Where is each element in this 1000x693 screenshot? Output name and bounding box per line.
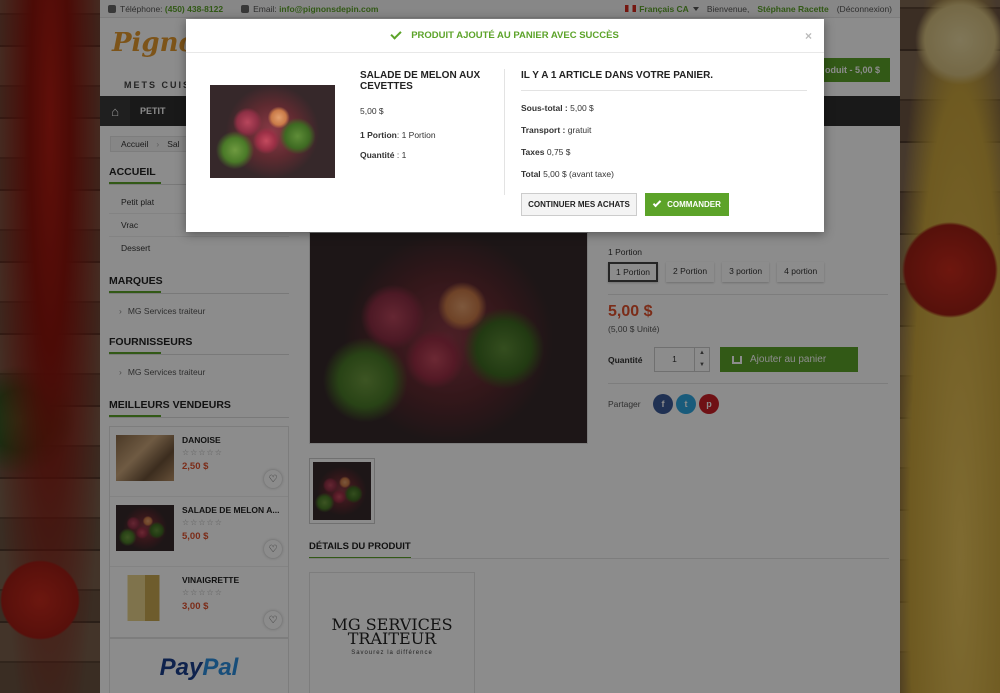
modal-product-price: 5,00 $ bbox=[360, 106, 384, 116]
taxes-row: Taxes 0,75 $ bbox=[521, 147, 571, 157]
modal-product-info: SALADE DE MELON AUX CEVETTES 5,00 $ 1 Po… bbox=[360, 70, 500, 160]
close-icon[interactable]: × bbox=[805, 29, 812, 43]
check-icon bbox=[652, 198, 662, 208]
modal-product-quantity: Quantité : 1 bbox=[360, 150, 407, 160]
modal-title: PRODUIT AJOUTÉ AU PANIER AVEC SUCCÈS bbox=[411, 30, 619, 41]
added-to-cart-modal: PRODUIT AJOUTÉ AU PANIER AVEC SUCCÈS × S… bbox=[186, 19, 824, 232]
subtotal-row: Sous-total : 5,00 $ bbox=[521, 103, 594, 113]
divider bbox=[504, 69, 505, 195]
modal-header: PRODUIT AJOUTÉ AU PANIER AVEC SUCCÈS × bbox=[186, 19, 824, 53]
total-row: Total 5,00 $ (avant taxe) bbox=[521, 169, 614, 179]
checkout-button[interactable]: COMMANDER bbox=[645, 193, 729, 216]
shipping-row: Transport : gratuit bbox=[521, 125, 592, 135]
check-icon bbox=[390, 28, 402, 40]
checkout-label: COMMANDER bbox=[667, 200, 721, 209]
modal-cart-summary: IL Y A 1 ARTICLE DANS VOTRE PANIER. Sous… bbox=[521, 70, 807, 179]
continue-shopping-button[interactable]: CONTINUER MES ACHATS bbox=[521, 193, 637, 216]
modal-product-name: SALADE DE MELON AUX CEVETTES bbox=[360, 70, 481, 92]
modal-product-portion: 1 Portion: 1 Portion bbox=[360, 130, 436, 140]
modal-product-image bbox=[210, 85, 335, 178]
cart-summary-title: IL Y A 1 ARTICLE DANS VOTRE PANIER. bbox=[521, 70, 807, 91]
